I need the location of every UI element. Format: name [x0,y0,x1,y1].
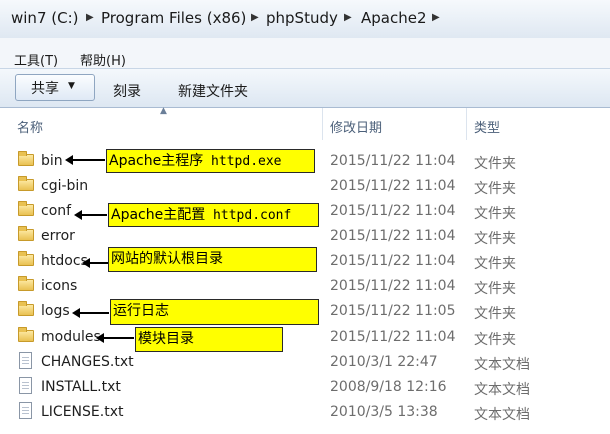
file-name: icons [41,278,78,294]
file-name: INSTALL.txt [41,379,121,395]
burn-button[interactable]: 刻录 [113,81,141,101]
menu-bar: 工具(T) 帮助(H) [0,38,610,69]
file-type: 文件夹 [474,181,516,197]
annotation-box: Apache主程序 httpd.exe [106,149,315,173]
dropdown-arrow-icon: ▼ [68,81,75,91]
folder-icon [18,226,34,241]
breadcrumb-program-files[interactable]: Program Files (x86) [101,9,246,27]
annotation-arrow [65,155,105,165]
annotation-text: Apache主程序 [109,153,204,169]
folder-icon [18,276,34,291]
file-date: 2015/11/22 11:04 [330,178,456,194]
file-date: 2010/3/1 22:47 [330,354,438,370]
file-name: logs [41,303,70,319]
column-header-name[interactable]: 名称 [17,117,43,136]
file-date: 2015/11/22 11:05 [330,303,456,319]
annotation-arrow [74,210,107,220]
text-file-icon [19,402,32,419]
folder-icon [18,301,34,316]
annotation-text: 网站的默认根目录 [111,251,223,267]
text-file-icon [19,377,32,394]
file-name: LICENSE.txt [41,404,124,420]
column-divider[interactable] [466,108,467,140]
annotation-text: 模块目录 [138,331,194,347]
column-header-modified[interactable]: 修改日期 [330,117,382,136]
annotation-box: 模块目录 [135,327,283,352]
annotation-arrow [96,333,134,343]
folder-icon [18,151,34,166]
text-file-icon [19,352,32,369]
file-type: 文件夹 [474,206,516,222]
menu-help[interactable]: 帮助(H) [80,50,126,69]
file-name: bin [41,153,63,169]
folder-icon [18,251,34,266]
chevron-right-icon[interactable]: ▶ [86,12,94,23]
folder-icon [18,201,34,216]
list-item[interactable]: CHANGES.txt 2010/3/1 22:47 文本文档 [0,349,610,374]
annotation-box: 网站的默认根目录 [108,247,317,272]
share-button[interactable]: 共享 ▼ [15,74,95,101]
file-name: error [41,228,75,244]
file-date: 2010/3/5 13:38 [330,404,438,420]
file-name: htdocs [41,253,88,269]
menu-tools[interactable]: 工具(T) [14,50,58,69]
file-name: CHANGES.txt [41,354,134,370]
file-type: 文件夹 [474,256,516,272]
annotation-filename: httpd.exe [203,154,282,169]
file-type: 文本文档 [474,407,530,423]
list-item[interactable]: cgi-bin 2015/11/22 11:04 文件夹 [0,173,610,198]
list-item[interactable]: LICENSE.txt 2010/3/5 13:38 文本文档 [0,399,610,424]
annotation-box: Apache主配置 httpd.conf [108,203,319,227]
file-type: 文本文档 [474,382,530,398]
list-item[interactable]: INSTALL.txt 2008/9/18 12:16 文本文档 [0,374,610,399]
file-name: conf [41,203,72,219]
breadcrumb-drive[interactable]: win7 (C:) [11,9,79,27]
file-date: 2015/11/22 11:04 [330,329,456,345]
folder-icon [18,327,34,342]
file-date: 2015/11/22 11:04 [330,278,456,294]
file-name: modules [41,329,101,345]
file-date: 2008/9/18 12:16 [330,379,447,395]
file-date: 2015/11/22 11:04 [330,203,456,219]
column-header-type[interactable]: 类型 [474,117,500,136]
breadcrumb-phpstudy[interactable]: phpStudy [266,9,338,27]
folder-icon [18,176,34,191]
annotation-box: 运行日志 [110,299,319,325]
list-item[interactable]: icons 2015/11/22 11:04 文件夹 [0,273,610,298]
file-date: 2015/11/22 11:04 [330,253,456,269]
annotation-arrow [82,258,108,268]
address-bar[interactable]: win7 (C:) ▶ Program Files (x86) ▶ phpStu… [0,0,610,39]
share-button-label: 共享 [31,81,59,97]
new-folder-button[interactable]: 新建文件夹 [178,81,248,101]
file-type: 文件夹 [474,281,516,297]
file-type: 文件夹 [474,231,516,247]
annotation-filename: httpd.conf [205,208,292,223]
chevron-right-icon[interactable]: ▶ [344,12,352,23]
file-date: 2015/11/22 11:04 [330,153,456,169]
chevron-right-icon[interactable]: ▶ [432,12,440,23]
list-item[interactable]: modules 2015/11/22 11:04 文件夹 [0,324,610,349]
file-type: 文件夹 [474,332,516,348]
file-name: cgi-bin [41,178,89,194]
column-divider[interactable] [322,108,323,140]
file-type: 文本文档 [474,357,530,373]
breadcrumb-apache2[interactable]: Apache2 [361,9,427,27]
file-type: 文件夹 [474,156,516,172]
file-date: 2015/11/22 11:04 [330,228,456,244]
annotation-text: Apache主配置 [111,207,206,223]
sort-ascending-icon: ▲ [160,106,167,116]
annotation-arrow [72,308,109,318]
chevron-right-icon[interactable]: ▶ [251,12,259,23]
annotation-text: 运行日志 [113,303,169,319]
command-bar: 共享 ▼ 刻录 新建文件夹 [0,68,610,108]
file-type: 文件夹 [474,306,516,322]
